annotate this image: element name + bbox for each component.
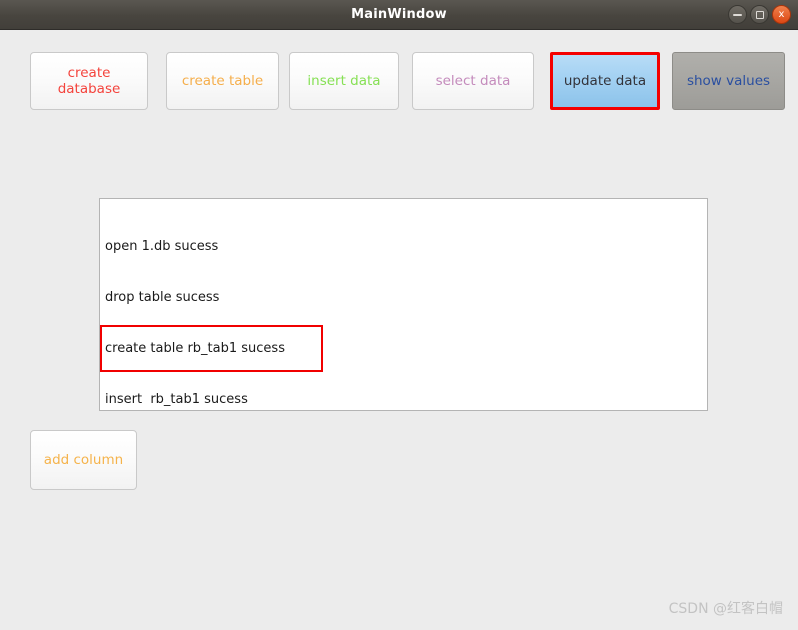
log-line: insert rb_tab1 sucess [105, 392, 248, 407]
create-database-button[interactable]: create database [30, 52, 148, 110]
minimize-icon [733, 14, 742, 16]
show-values-button[interactable]: show values [672, 52, 785, 110]
window-title: MainWindow [351, 7, 447, 22]
log-output-textarea[interactable]: open 1.db sucess drop table sucess creat… [99, 198, 708, 411]
maximize-button[interactable] [750, 5, 769, 24]
insert-data-button[interactable]: insert data [289, 52, 399, 110]
log-output-lines: open 1.db sucess drop table sucess creat… [105, 204, 455, 410]
select-data-button[interactable]: select data [412, 52, 534, 110]
close-icon: x [778, 9, 785, 20]
watermark: CSDN @红客白帽 [668, 601, 783, 617]
log-line: create table rb_tab1 sucess [105, 341, 285, 356]
add-column-button[interactable]: add column [30, 430, 137, 490]
update-data-button[interactable]: update data [550, 52, 660, 110]
minimize-button[interactable] [728, 5, 747, 24]
close-button[interactable]: x [772, 5, 791, 24]
log-line: drop table sucess [105, 290, 220, 305]
maximize-icon [755, 10, 764, 19]
create-table-button[interactable]: create table [166, 52, 279, 110]
window-titlebar: MainWindow x [0, 0, 798, 30]
window-controls: x [728, 5, 791, 24]
log-line: open 1.db sucess [105, 239, 219, 254]
